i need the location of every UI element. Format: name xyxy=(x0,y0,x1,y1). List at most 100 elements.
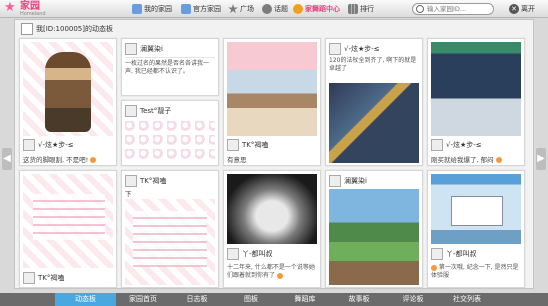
post-card[interactable]: 澜翼染i 一枚过名的果然是否名各讲我一声, 我已经都不认识了。 xyxy=(121,38,219,96)
post-author: TK°褐嗑 xyxy=(125,174,166,187)
nav-label: 话题 xyxy=(274,5,288,13)
dance-center-icon xyxy=(293,4,303,14)
tab-log-board[interactable]: 日志板 xyxy=(170,293,224,306)
nav-dance-center[interactable]: 家舞蹈中心 xyxy=(293,3,340,15)
post-author: √-炫★步-≤ xyxy=(23,138,74,151)
post-image xyxy=(125,199,215,285)
tab-label: 评论板 xyxy=(402,295,424,303)
search-placeholder: 输入家园ID... xyxy=(427,5,467,13)
tab-label: 动态板 xyxy=(75,295,96,303)
comment-icon xyxy=(431,264,437,271)
post-card[interactable]: √-炫★步-≤ 这货的脚眼割, 不是吧! xyxy=(19,38,117,166)
post-card[interactable]: √-炫★步-≤ 120的法杖全到齐了, 啊下的就是卓越了 xyxy=(325,38,423,166)
post-text: 一枚过名的果然是否名各讲我一声, 我已经都不认识了。 xyxy=(125,60,210,75)
post-author: TK°褐嗑 xyxy=(227,138,268,151)
plaza-icon xyxy=(228,4,238,14)
bottom-tab-bar: 动态板 家园首页 日志板 图板 舞蹈库 故事板 评论板 社交列表 xyxy=(0,293,548,306)
post-image xyxy=(329,83,419,163)
author-avatar xyxy=(431,247,443,260)
official-home-icon xyxy=(181,4,191,14)
dynamic-board-panel: 我[ID:100005]的动态板 √-炫★步-≤ 这货的脚眼割, 不是吧! 澜翼… xyxy=(14,19,534,289)
post-text: 十二年来, 什么都不是一个说等她们跟着就到你有了 xyxy=(227,264,317,280)
author-avatar xyxy=(23,138,35,151)
tab-dynamic-board[interactable]: 动态板 xyxy=(55,293,116,306)
nav-plaza[interactable]: 广场 xyxy=(228,3,254,15)
post-card[interactable]: 澜翼染i xyxy=(325,170,423,288)
author-avatar xyxy=(329,174,341,187)
author-avatar xyxy=(23,271,35,284)
post-text: 120的法杖全到齐了, 啊下的就是卓越了 xyxy=(329,57,417,72)
author-avatar xyxy=(125,174,137,187)
close-icon: ✕ xyxy=(509,4,519,14)
author-avatar xyxy=(227,138,239,151)
post-text: 这货的脚眼割, 不是吧! xyxy=(23,154,113,164)
board-title-text: 我[ID:100005]的动态板 xyxy=(36,25,113,33)
post-card[interactable]: TK°褐嗑 下 xyxy=(121,170,219,288)
author-name: √-炫★步-≤ xyxy=(344,44,380,53)
tab-social-list[interactable]: 社交列表 xyxy=(440,293,494,306)
author-avatar xyxy=(329,42,341,55)
post-text: 下 xyxy=(125,190,132,198)
home-icon xyxy=(132,4,142,14)
tab-label: 社交列表 xyxy=(453,295,481,303)
author-name: 丫-都叫叔 xyxy=(446,249,477,258)
tab-label: 图板 xyxy=(244,295,258,303)
author-name: 澜翼染i xyxy=(140,44,163,53)
author-avatar xyxy=(227,247,239,260)
author-name: 丫-都叫叔 xyxy=(242,249,273,258)
homeland-logo[interactable]: ★ 家园 Homeland xyxy=(4,1,74,18)
comment-icon xyxy=(90,157,97,163)
nav-official-home[interactable]: 官方家园 xyxy=(181,3,221,15)
board-title: 我[ID:100005]的动态板 xyxy=(21,22,113,36)
logo-subtitle: Homeland xyxy=(20,11,46,17)
post-text: 第一次哦, 纪念一下, 是然只是体验服 xyxy=(431,264,521,280)
post-card[interactable]: TK°褐嗑 有意思 xyxy=(223,38,321,166)
nav-ranking[interactable]: 排行 xyxy=(348,3,374,15)
post-image xyxy=(431,174,521,244)
post-image xyxy=(227,42,317,136)
post-image xyxy=(23,174,113,268)
author-name: TK°褐嗑 xyxy=(38,273,65,282)
nav-my-home[interactable]: 我的家园 xyxy=(132,3,172,15)
post-author: 丫-都叫叔 xyxy=(227,247,273,260)
post-text: 刚买就给我爆了, 郁闷 xyxy=(431,154,521,164)
post-card[interactable]: Test°靓子 xyxy=(121,100,219,166)
leave-button[interactable]: ✕ 离开 xyxy=(509,3,535,15)
post-image xyxy=(329,189,419,285)
prev-page-button[interactable]: ◀ xyxy=(2,148,12,170)
user-avatar xyxy=(21,23,33,35)
post-card[interactable]: 丫-都叫叔 第一次哦, 纪念一下, 是然只是体验服 xyxy=(427,170,525,288)
tab-story-board[interactable]: 故事板 xyxy=(332,293,386,306)
author-name: 澜翼染i xyxy=(344,176,367,185)
author-name: TK°褐嗑 xyxy=(242,140,269,149)
author-avatar xyxy=(125,104,137,117)
tab-dance-library[interactable]: 舞蹈库 xyxy=(278,293,332,306)
post-author: 澜翼染i xyxy=(125,42,163,55)
ranking-icon xyxy=(348,4,358,14)
post-text-content: 十二年来, 什么都不是一个说等她们跟着就到你有了 xyxy=(227,264,315,279)
tab-home-page[interactable]: 家园首页 xyxy=(116,293,170,306)
nav-label: 排行 xyxy=(360,5,374,13)
author-avatar xyxy=(431,138,443,151)
post-author: 澜翼染i xyxy=(329,174,367,187)
author-avatar xyxy=(125,42,137,55)
tab-label: 日志板 xyxy=(186,295,208,303)
post-card[interactable]: √-炫★步-≤ 刚买就给我爆了, 郁闷 xyxy=(427,38,525,166)
nav-topic[interactable]: 话题 xyxy=(262,3,288,15)
next-page-button[interactable]: ▶ xyxy=(536,148,546,170)
comment-icon xyxy=(276,272,283,279)
tab-comment-board[interactable]: 评论板 xyxy=(386,293,440,306)
post-image xyxy=(125,121,215,163)
tab-label: 舞蹈库 xyxy=(294,295,316,303)
arrow-right-icon: ▶ xyxy=(537,153,545,164)
post-image xyxy=(227,174,317,244)
search-input[interactable]: 输入家园ID... xyxy=(412,3,494,15)
post-card[interactable]: 丫-都叫叔 十二年来, 什么都不是一个说等她们跟着就到你有了 xyxy=(223,170,321,288)
post-card[interactable]: TK°褐嗑 xyxy=(19,170,117,288)
nav-label: 我的家园 xyxy=(144,5,172,13)
tab-picture-board[interactable]: 图板 xyxy=(224,293,278,306)
tab-label: 家园首页 xyxy=(129,295,157,303)
author-name: TK°褐嗑 xyxy=(140,176,167,185)
post-author: Test°靓子 xyxy=(125,104,171,117)
author-name: Test°靓子 xyxy=(140,106,172,115)
